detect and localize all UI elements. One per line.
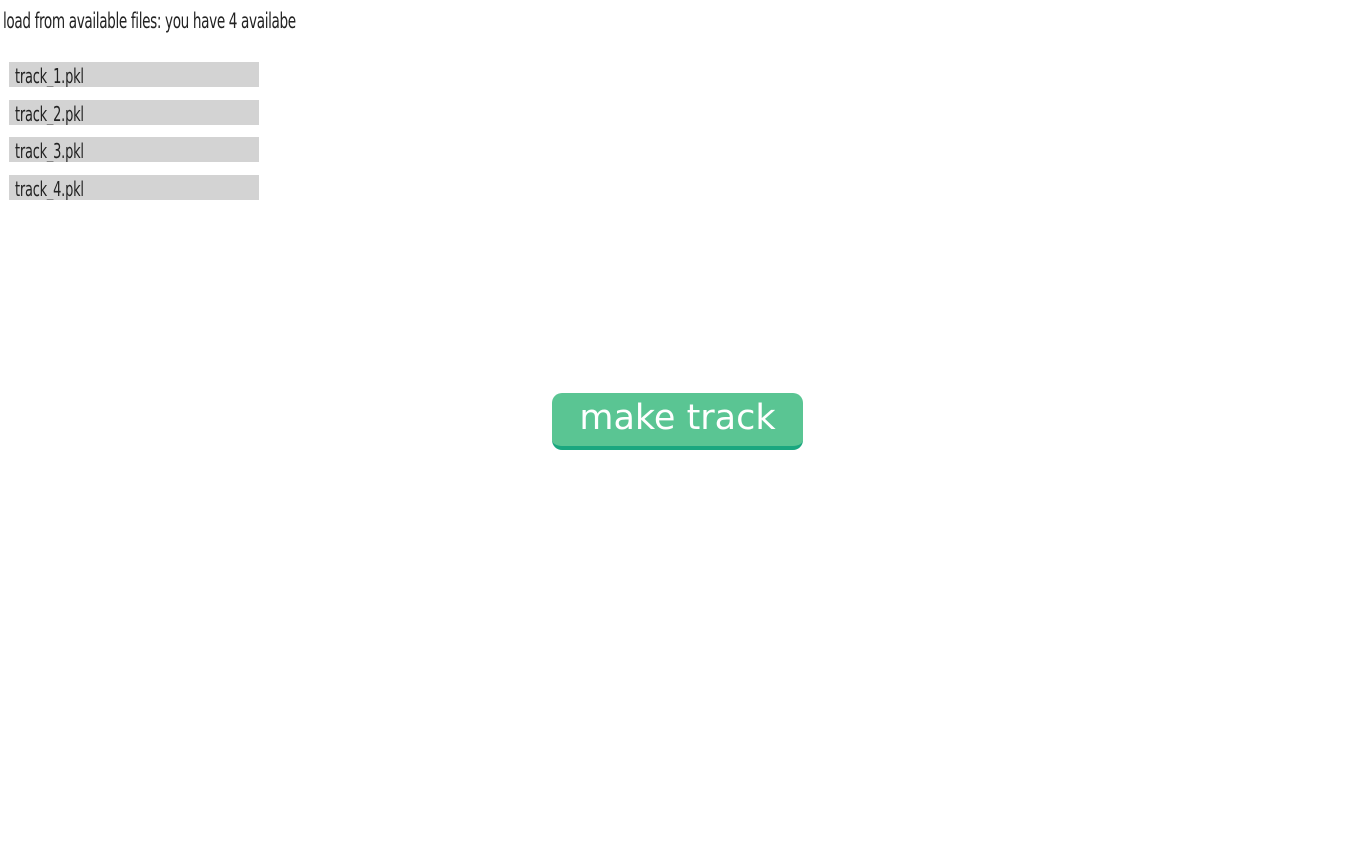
make-track-button[interactable]: make track	[552, 393, 803, 450]
file-item-track-2[interactable]: track_2.pkl	[9, 99, 259, 125]
file-item-track-4[interactable]: track_4.pkl	[9, 174, 259, 200]
available-files-heading: load from available files: you have 4 av…	[3, 9, 296, 33]
file-item-label: track_4.pkl	[15, 176, 84, 200]
file-item-label: track_1.pkl	[15, 64, 84, 87]
file-item-label: track_2.pkl	[15, 101, 84, 125]
file-item-track-3[interactable]: track_3.pkl	[9, 137, 259, 162]
file-item-label: track_3.pkl	[15, 139, 84, 162]
file-list: track_1.pkl track_2.pkl track_3.pkl trac…	[9, 62, 259, 212]
page: load from available files: you have 4 av…	[0, 0, 1363, 845]
file-item-track-1[interactable]: track_1.pkl	[9, 62, 259, 87]
